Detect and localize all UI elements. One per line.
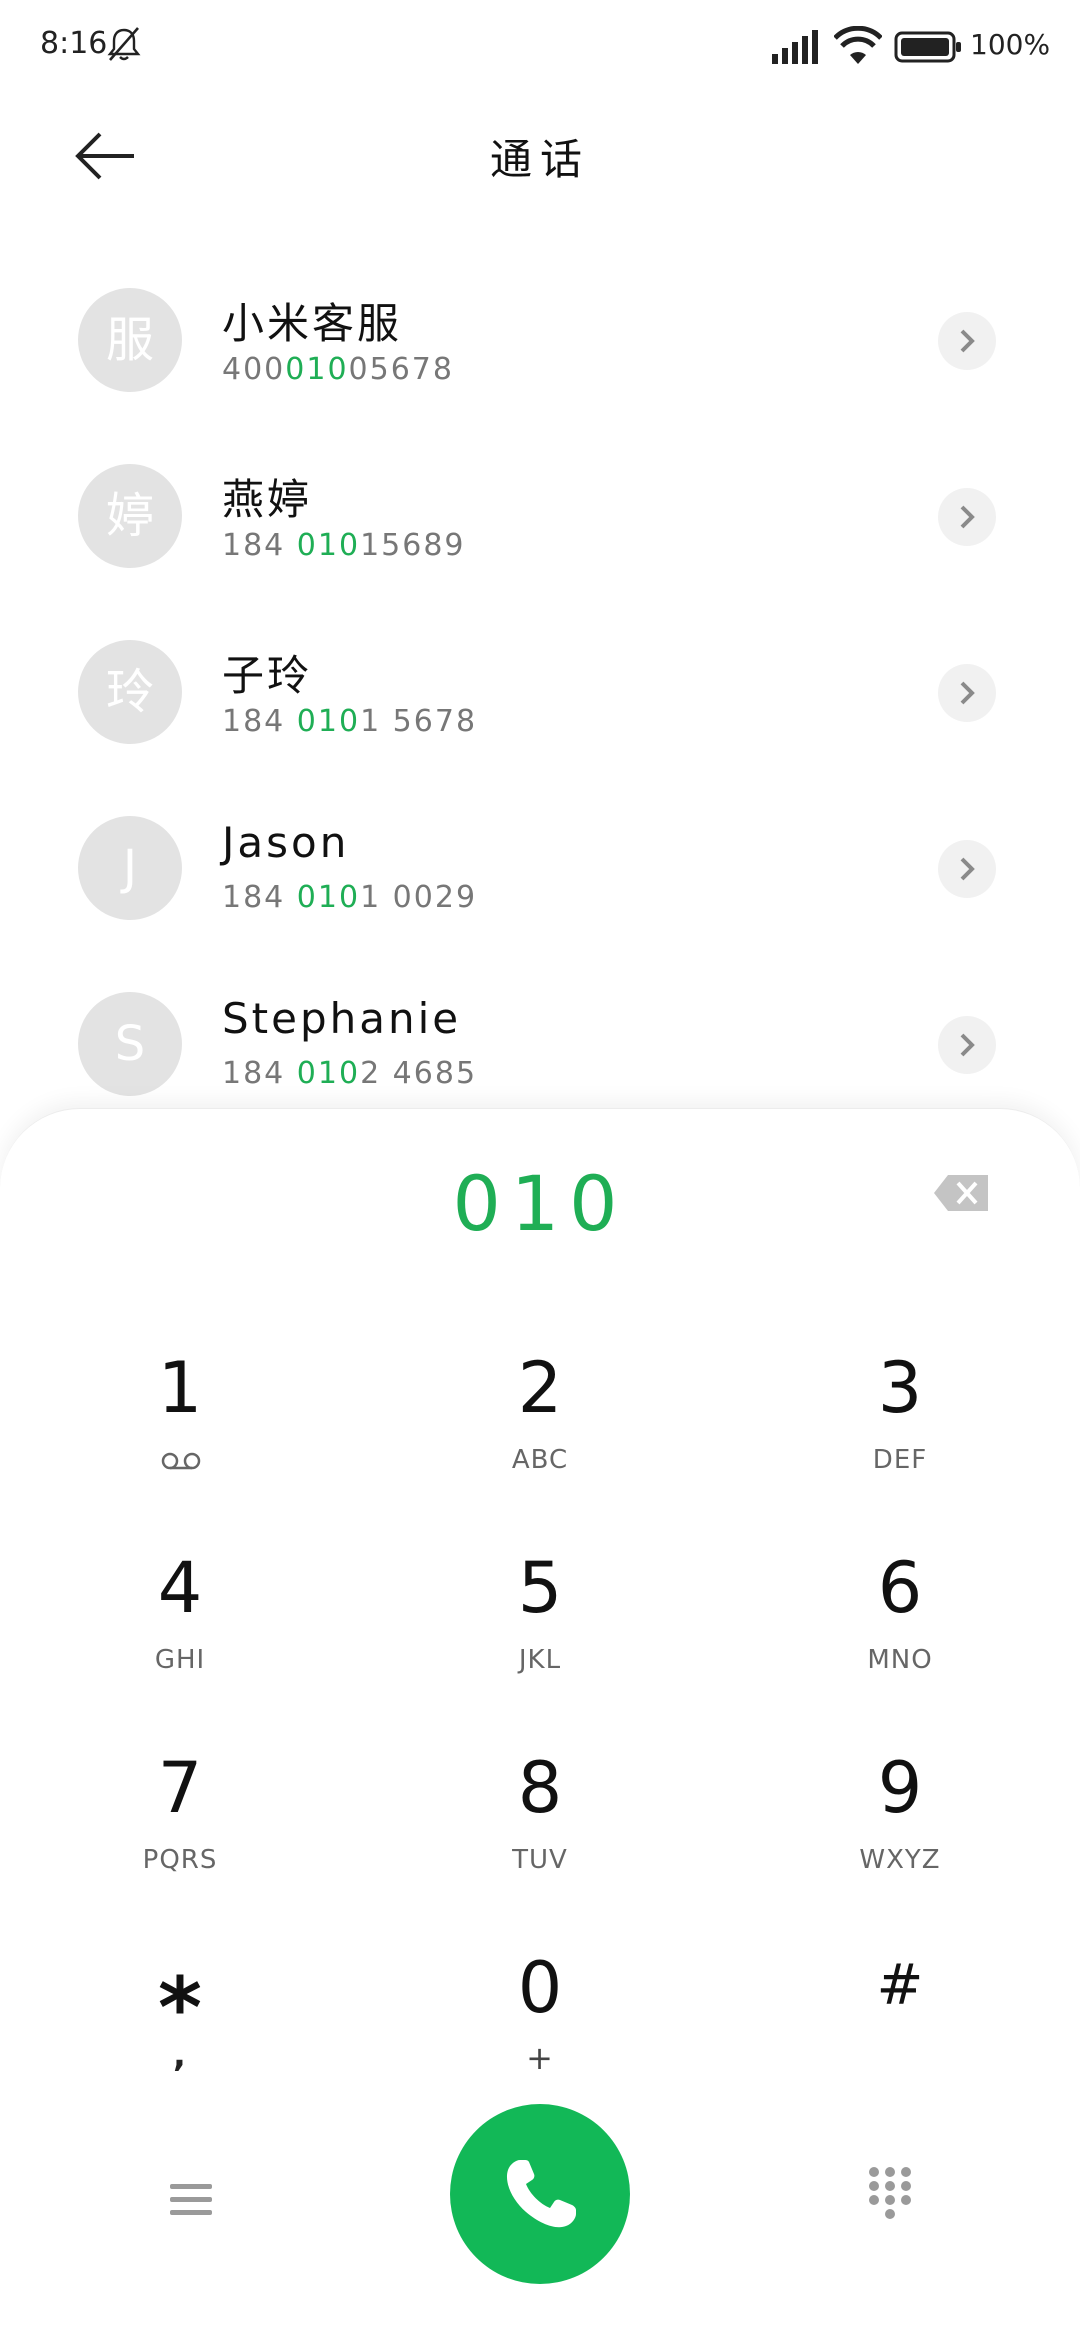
key-letters: MNO xyxy=(867,1645,933,1675)
key-letters: , xyxy=(173,2035,187,2075)
key-0[interactable]: 0 + xyxy=(390,1929,690,2109)
chevron-right-icon xyxy=(960,681,975,705)
avatar: 婷 xyxy=(78,464,182,568)
key-digit: 2 xyxy=(517,1347,563,1429)
key-3[interactable]: 3 DEF xyxy=(750,1329,1050,1509)
key-digit: 6 xyxy=(877,1547,923,1629)
key-9[interactable]: 9 WXYZ xyxy=(750,1729,1050,1909)
menu-icon[interactable] xyxy=(166,2178,216,2222)
key-digit: 9 xyxy=(877,1747,923,1829)
key-star[interactable]: * , xyxy=(30,1929,330,2109)
contact-item[interactable]: J Jason 184 0101 0029 xyxy=(0,778,1080,954)
contact-name: 子玲 xyxy=(222,651,313,700)
contact-item[interactable]: 婷 燕婷 184 01015689 xyxy=(0,426,1080,602)
contact-name: Jason xyxy=(222,818,350,867)
key-digit: # xyxy=(876,1953,924,2018)
contact-number: 184 0101 0029 xyxy=(222,880,478,915)
contact-number: 184 01015689 xyxy=(222,528,466,563)
page-title: 通话 xyxy=(489,135,590,184)
keypad-icon[interactable] xyxy=(866,2164,914,2222)
bottom-action-bar xyxy=(0,2090,1080,2290)
phone-icon xyxy=(506,2160,576,2228)
contact-number: 184 0102 4685 xyxy=(222,1056,478,1091)
contact-detail-button[interactable] xyxy=(938,1016,996,1074)
status-bar: 8:16 100% xyxy=(0,0,1080,96)
key-digit: 7 xyxy=(157,1747,203,1829)
status-time: 8:16 xyxy=(40,26,108,61)
contact-detail-button[interactable] xyxy=(938,488,996,546)
key-letters: WXYZ xyxy=(859,1845,941,1875)
key-letters: JKL xyxy=(518,1645,562,1675)
contact-name: 燕婷 xyxy=(222,475,313,524)
contact-detail-button[interactable] xyxy=(938,840,996,898)
chevron-right-icon xyxy=(960,1033,975,1057)
key-digit: 0 xyxy=(517,1947,563,2029)
avatar: 服 xyxy=(78,288,182,392)
key-digit: 3 xyxy=(877,1347,923,1429)
chevron-right-icon xyxy=(960,329,975,353)
key-letters: GHI xyxy=(154,1645,206,1675)
key-letters: PQRS xyxy=(142,1845,218,1875)
key-digit: 5 xyxy=(517,1547,563,1629)
key-letters: DEF xyxy=(872,1445,928,1475)
call-button[interactable] xyxy=(450,2104,630,2284)
contact-item[interactable]: S Stephanie 184 0102 4685 xyxy=(0,954,1080,1130)
key-letters: TUV xyxy=(512,1845,568,1875)
signal-icon xyxy=(772,30,818,64)
contact-detail-button[interactable] xyxy=(938,664,996,722)
contact-number: 184 0101 5678 xyxy=(222,704,478,739)
header: 通话 xyxy=(0,96,1080,216)
key-1[interactable]: 1 xyxy=(30,1329,330,1509)
key-7[interactable]: 7 PQRS xyxy=(30,1729,330,1909)
key-digit: 4 xyxy=(157,1547,203,1629)
contact-name: Stephanie xyxy=(222,994,462,1043)
contact-number: 40001005678 xyxy=(222,352,454,387)
voicemail-icon xyxy=(161,1452,201,1470)
bell-muted-icon xyxy=(107,27,141,61)
contact-item[interactable]: 玲 子玲 184 0101 5678 xyxy=(0,602,1080,778)
chevron-right-icon xyxy=(960,857,975,881)
battery-percent: 100% xyxy=(970,28,1051,61)
key-digit: 8 xyxy=(517,1747,563,1829)
key-6[interactable]: 6 MNO xyxy=(750,1529,1050,1709)
wifi-icon xyxy=(834,26,882,64)
key-5[interactable]: 5 JKL xyxy=(390,1529,690,1709)
key-8[interactable]: 8 TUV xyxy=(390,1729,690,1909)
key-2[interactable]: 2 ABC xyxy=(390,1329,690,1509)
key-letters: + xyxy=(526,2039,554,2077)
battery-icon xyxy=(894,31,961,63)
key-letters: ABC xyxy=(511,1445,569,1475)
key-hash[interactable]: # xyxy=(750,1929,1050,2109)
avatar: 玲 xyxy=(78,640,182,744)
avatar: S xyxy=(78,992,182,1096)
key-digit: 1 xyxy=(157,1347,203,1429)
contact-item[interactable]: 服 小米客服 40001005678 xyxy=(0,250,1080,426)
key-4[interactable]: 4 GHI xyxy=(30,1529,330,1709)
chevron-right-icon xyxy=(960,505,975,529)
contact-detail-button[interactable] xyxy=(938,312,996,370)
backspace-icon[interactable] xyxy=(932,1171,992,1215)
contact-name: 小米客服 xyxy=(222,299,403,348)
avatar: J xyxy=(78,816,182,920)
dialed-number: 010 xyxy=(452,1159,628,1248)
